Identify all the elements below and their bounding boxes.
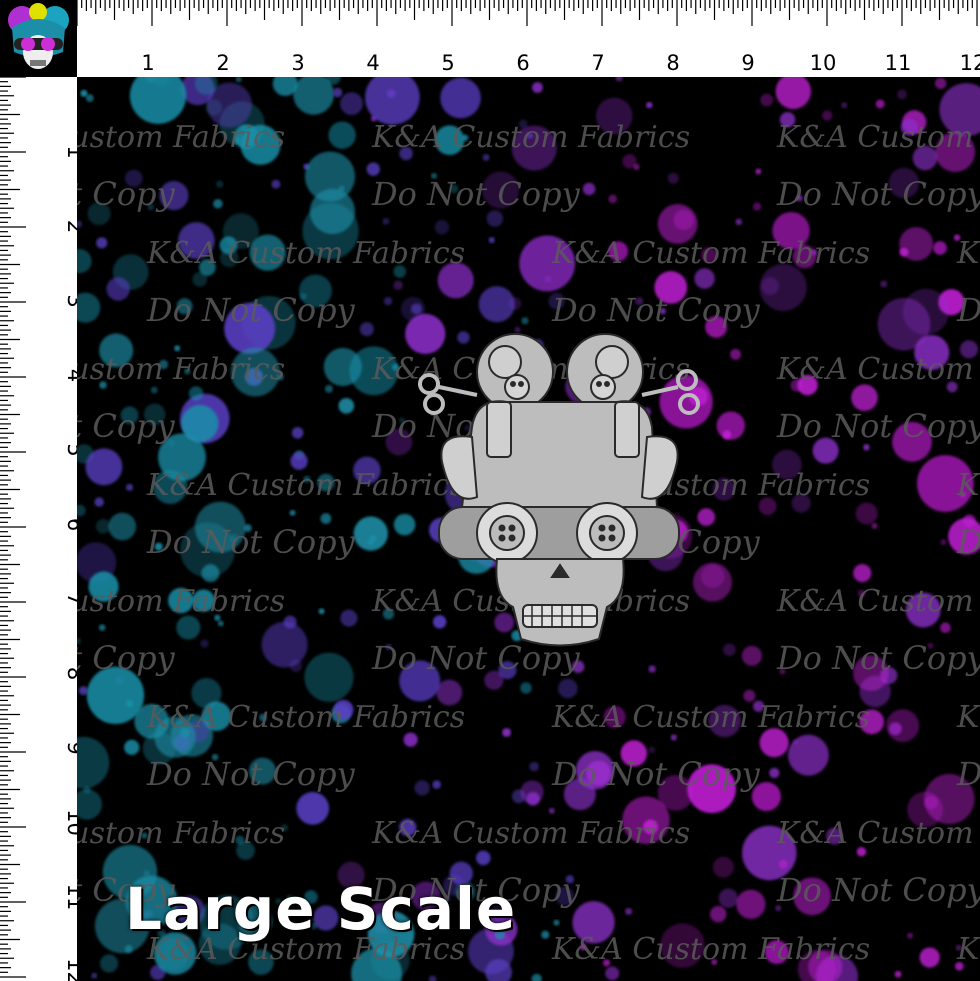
ruler-number: 9: [741, 51, 754, 75]
sewing-skull-icon: [418, 333, 700, 647]
ruler-number: 11: [63, 884, 77, 911]
ruler-number: 3: [63, 294, 77, 307]
ruler-number: 10: [63, 809, 77, 836]
ruler-number: 3: [291, 51, 304, 75]
ruler-number: 4: [63, 369, 77, 382]
ruler-number: 2: [63, 220, 77, 233]
top-ruler: 1 2 3 4 5 6 7 8 9 10 11 12: [0, 0, 980, 77]
fabric-print-area: K&A Custom FabricsK&A Custom FabricsK&A …: [77, 77, 980, 981]
ruler-number: 6: [516, 51, 529, 75]
ruler-number: 6: [63, 518, 77, 531]
ruler-number: 5: [63, 443, 77, 456]
ruler-number: 2: [216, 51, 229, 75]
skull-logo-icon: [0, 0, 77, 77]
ruler-number: 5: [441, 51, 454, 75]
ruler-number: 8: [63, 667, 77, 680]
ruler-number: 9: [63, 741, 77, 754]
left-ruler: 123456789101112: [0, 0, 77, 981]
ruler-number: 10: [810, 51, 837, 75]
ruler-number: 8: [666, 51, 679, 75]
ruler-number: 12: [960, 51, 980, 75]
scale-label: Large Scale: [125, 875, 517, 943]
ruler-number: 11: [885, 51, 912, 75]
ruler-number: 7: [63, 592, 77, 605]
ruler-number: 7: [591, 51, 604, 75]
ruler-number: 4: [366, 51, 379, 75]
ruler-number: 1: [141, 51, 154, 75]
ruler-number: 12: [63, 958, 77, 981]
ruler-number: 1: [63, 145, 77, 158]
